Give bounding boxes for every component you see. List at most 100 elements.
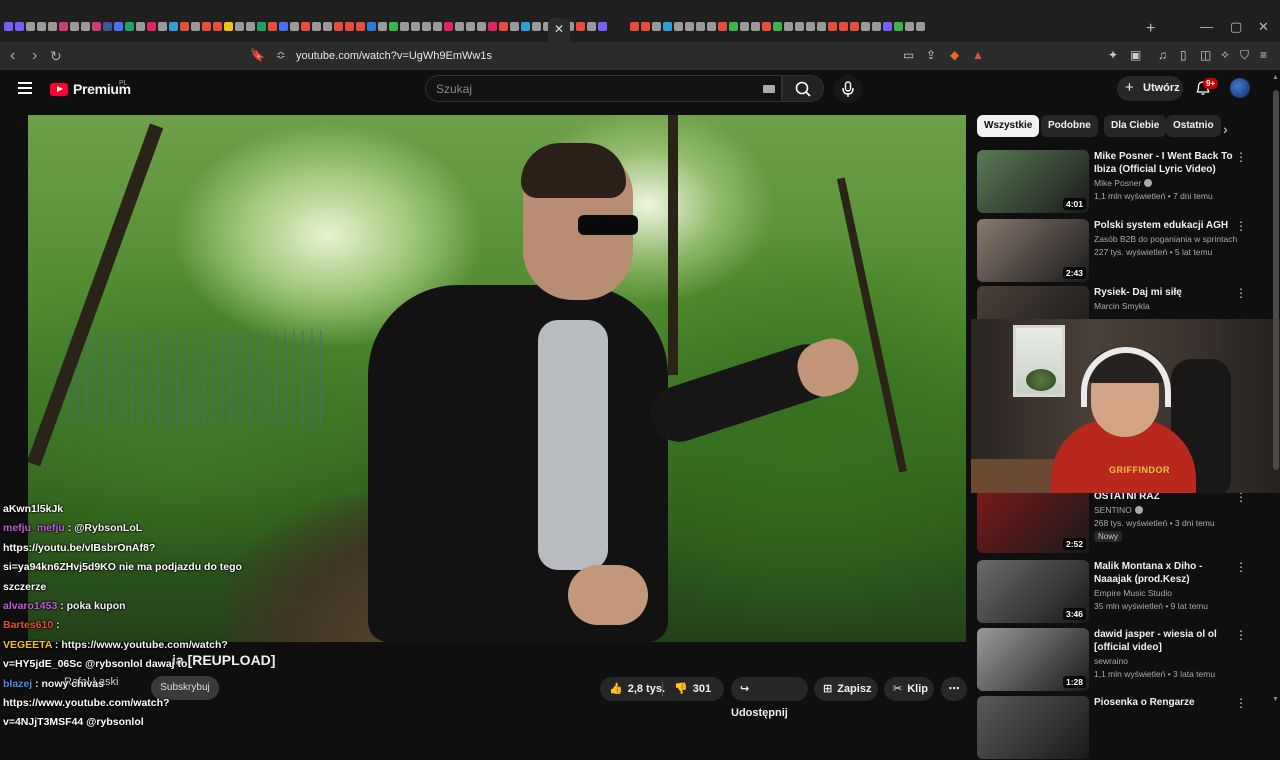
tab-favicon[interactable] — [894, 22, 903, 31]
tab-favicon[interactable] — [191, 22, 200, 31]
tab-favicon[interactable] — [169, 22, 178, 31]
tab-favicon[interactable] — [114, 22, 123, 31]
tab-favicon[interactable] — [389, 22, 398, 31]
video-thumbnail[interactable]: 4:01 — [977, 150, 1089, 213]
tab-favicon[interactable] — [356, 22, 365, 31]
recommendation-item[interactable]: 2:52 OSTATNI RAZ SENTINO 268 tys. wyświetle… — [977, 490, 1252, 554]
tab-favicon[interactable] — [334, 22, 343, 31]
chevron-right-icon[interactable]: › — [1223, 121, 1228, 137]
more-actions-button[interactable]: ⋯ — [941, 677, 967, 701]
tab-favicon[interactable] — [444, 22, 453, 31]
wallet2-icon[interactable]: ◫ — [1200, 48, 1211, 62]
address-bar[interactable]: ≎ youtube.com/watch?v=UgWh9EmWw1s — [270, 46, 990, 66]
tab-favicon[interactable] — [576, 22, 585, 31]
tab-favicon[interactable] — [872, 22, 881, 31]
tab-favicon[interactable] — [26, 22, 35, 31]
tab-favicon[interactable] — [762, 22, 771, 31]
more-vert-icon[interactable]: ⋮ — [1235, 287, 1247, 299]
recommendation-item[interactable]: 2:43 Polski system edukacji AGH Zasób B2B … — [977, 219, 1252, 283]
video-thumbnail[interactable]: 3:46 — [977, 560, 1089, 623]
tab-favicon[interactable] — [59, 22, 68, 31]
tab-favicon[interactable] — [905, 22, 914, 31]
tab-favicon[interactable] — [455, 22, 464, 31]
tab-favicon[interactable] — [290, 22, 299, 31]
more-vert-icon[interactable]: ⋮ — [1235, 220, 1247, 232]
tab-favicon[interactable] — [707, 22, 716, 31]
minimize-button[interactable]: — — [1200, 19, 1213, 34]
extensions-icon[interactable]: ✦ — [1108, 48, 1118, 62]
search-input[interactable]: Szukaj — [436, 82, 472, 96]
tab-favicon[interactable] — [751, 22, 760, 31]
wallet-icon[interactable]: ▣ — [1130, 48, 1141, 62]
tab-favicon[interactable] — [411, 22, 420, 31]
recommendation-channel[interactable]: Mike Posner — [1094, 177, 1153, 190]
video-thumbnail[interactable]: 2:43 — [977, 219, 1089, 282]
tab-favicon[interactable] — [4, 22, 13, 31]
tab-favicon[interactable] — [224, 22, 233, 31]
cast-icon[interactable]: ▭ — [903, 48, 914, 62]
page-scrollbar[interactable] — [1273, 90, 1279, 470]
tab-favicon[interactable] — [323, 22, 332, 31]
tab-favicon[interactable] — [400, 22, 409, 31]
tab-favicon[interactable] — [510, 22, 519, 31]
recommendation-channel[interactable]: Zasób B2B do poganiania w sprintach — [1094, 233, 1237, 246]
recommendation-title[interactable]: Piosenka o Rengarze — [1094, 696, 1234, 709]
chip-wszystkie[interactable]: Wszystkie — [977, 115, 1040, 137]
tab-favicon[interactable] — [158, 22, 167, 31]
tab-favicon[interactable] — [663, 22, 672, 31]
tab-favicon[interactable] — [378, 22, 387, 31]
recommendation-title[interactable]: Mike Posner - I Went Back To Ibiza (Offi… — [1094, 150, 1234, 176]
like-button[interactable]: 👍 2,8 tys. — [600, 683, 665, 695]
tab-favicon[interactable] — [696, 22, 705, 31]
bookmark-icon[interactable]: 🔖 — [250, 48, 265, 62]
reload-icon[interactable]: ↻ — [50, 48, 62, 65]
create-button[interactable]: + Utwórz — [1117, 76, 1183, 101]
brave-rewards-icon[interactable]: ▲ — [972, 48, 984, 62]
tab-favicon[interactable] — [817, 22, 826, 31]
tab-favicon[interactable] — [136, 22, 145, 31]
tab-favicon[interactable] — [268, 22, 277, 31]
tab-favicon[interactable] — [301, 22, 310, 31]
recommendation-channel[interactable]: SENTINO — [1094, 504, 1143, 517]
tab-favicon[interactable] — [718, 22, 727, 31]
recommendation-title[interactable]: dawid jasper - wiesia ol ol [official vi… — [1094, 628, 1234, 654]
tab-favicon[interactable] — [839, 22, 848, 31]
media-icon[interactable]: ♫ — [1158, 48, 1167, 62]
tab-favicon[interactable] — [806, 22, 815, 31]
tab-favicon[interactable] — [916, 22, 925, 31]
tab-favicon[interactable] — [630, 22, 639, 31]
more-vert-icon[interactable]: ⋮ — [1235, 151, 1247, 163]
recommendation-title[interactable]: Rysiek- Daj mi siłę — [1094, 286, 1234, 299]
tab-favicon[interactable] — [103, 22, 112, 31]
youtube-premium-logo[interactable]: Premium PL — [50, 80, 131, 97]
tab-favicon[interactable] — [37, 22, 46, 31]
tab-favicon[interactable] — [828, 22, 837, 31]
tab-favicon[interactable] — [15, 22, 24, 31]
leo-icon[interactable]: ✧ — [1220, 48, 1230, 62]
new-tab-button[interactable]: + — [1146, 20, 1155, 38]
recommendation-channel[interactable]: Empire Music Studio — [1094, 587, 1172, 600]
tab-favicon[interactable] — [466, 22, 475, 31]
guide-menu-icon[interactable] — [18, 82, 32, 94]
tab-favicon[interactable] — [729, 22, 738, 31]
tab-favicon[interactable] — [685, 22, 694, 31]
vpn-icon[interactable]: ⛉ — [1240, 48, 1249, 63]
tab-favicon[interactable] — [652, 22, 661, 31]
tab-favicon[interactable] — [213, 22, 222, 31]
recommendation-title[interactable]: Polski system edukacji AGH — [1094, 219, 1234, 232]
tab-favicon[interactable] — [861, 22, 870, 31]
tab-favicon[interactable] — [202, 22, 211, 31]
tab-favicon[interactable] — [521, 22, 530, 31]
maximize-button[interactable]: ▢ — [1230, 19, 1242, 35]
tab-favicon[interactable] — [246, 22, 255, 31]
forward-icon[interactable]: › — [32, 47, 37, 65]
menu-icon[interactable]: ≡ — [1260, 48, 1267, 62]
tab-favicon[interactable] — [795, 22, 804, 31]
more-vert-icon[interactable]: ⋮ — [1235, 491, 1247, 503]
video-thumbnail[interactable]: 1:28 — [977, 628, 1089, 691]
tab-favicon[interactable] — [279, 22, 288, 31]
tab-favicon[interactable] — [235, 22, 244, 31]
tab-favicon[interactable] — [850, 22, 859, 31]
brave-shield-icon[interactable]: ◆ — [950, 48, 959, 62]
chip-ostatnio[interactable]: Ostatnio — [1166, 115, 1221, 137]
